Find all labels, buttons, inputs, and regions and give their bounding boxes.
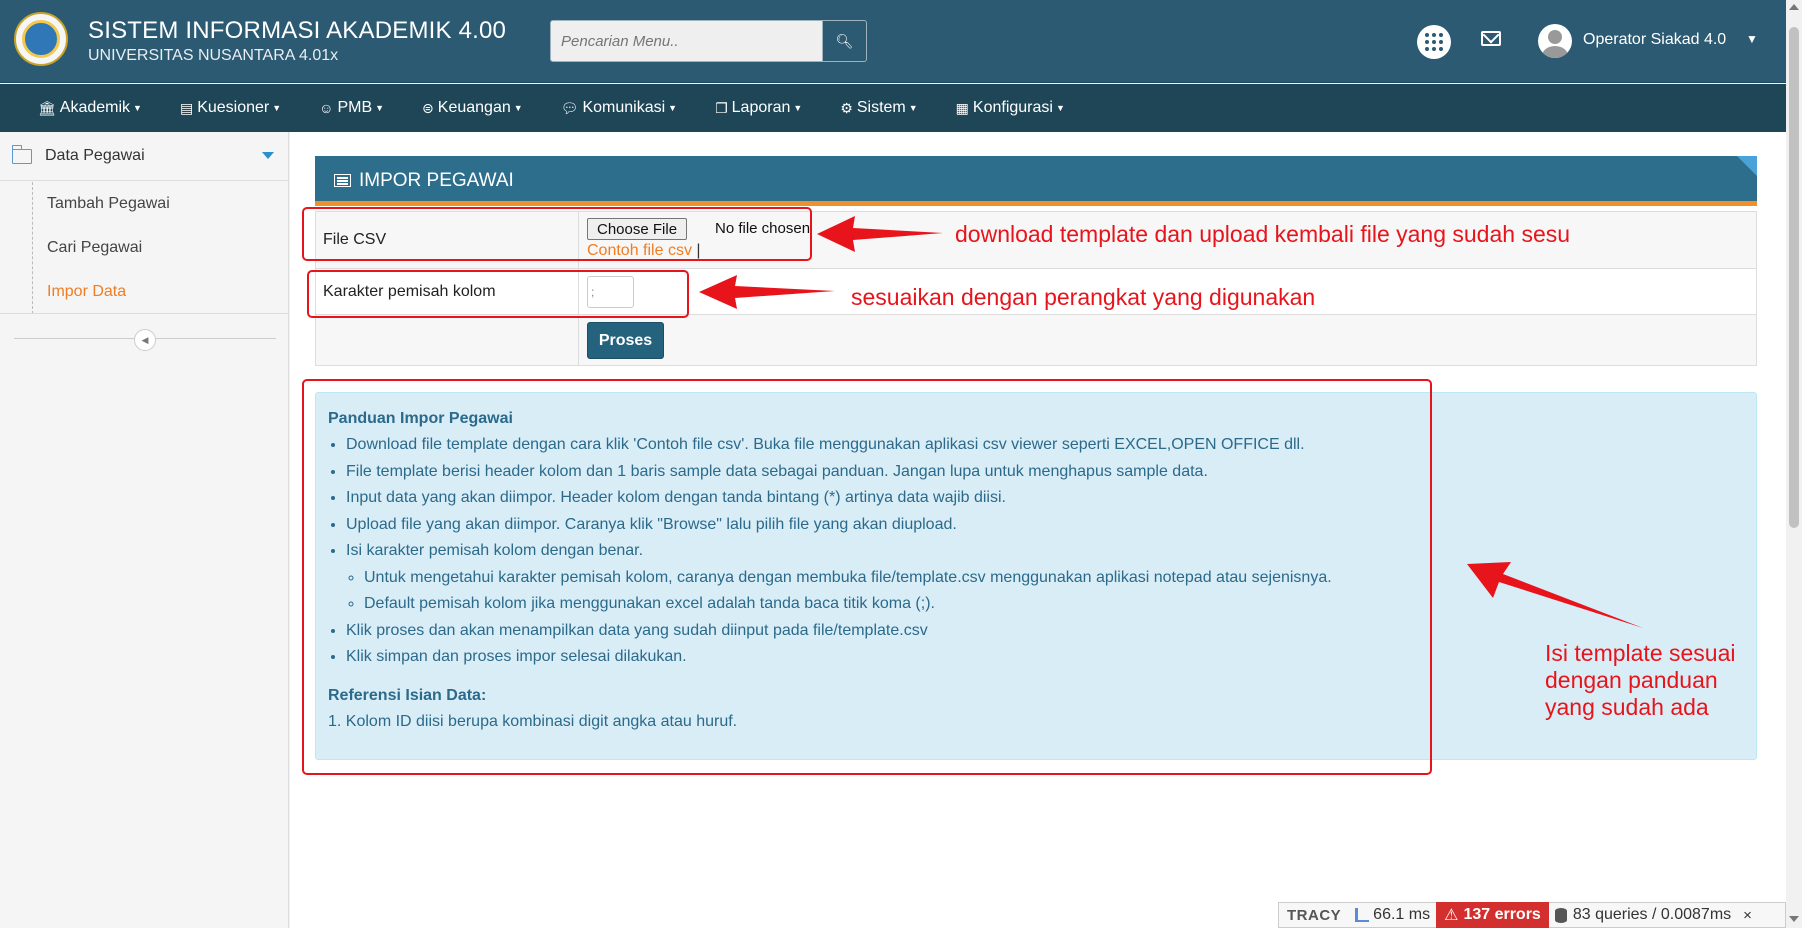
caret-down-icon: ▼: [272, 103, 282, 113]
copy-icon: ❐: [715, 99, 728, 116]
annotation-text-guide-2: dengan panduan: [1545, 667, 1718, 693]
caret-down-icon: ▼: [668, 103, 678, 113]
app-title: SISTEM INFORMASI AKADEMIK 4.00: [88, 17, 507, 44]
money-icon: ⊜: [422, 99, 434, 116]
annotation-box-guide: [302, 379, 1432, 775]
app-subtitle: UNIVERSITAS NUSANTARA 4.01x: [88, 47, 339, 64]
caret-down-icon: ▼: [1055, 103, 1065, 113]
page-title: IMPOR PEGAWAI: [359, 170, 514, 191]
close-icon[interactable]: ×: [1737, 907, 1758, 924]
annotation-box-file: [302, 207, 812, 261]
bank-icon: 🏛︎: [38, 99, 56, 116]
warning-icon: ⚠︎: [1444, 907, 1459, 924]
mail-icon[interactable]: [1481, 31, 1501, 46]
caret-down-icon: ▼: [513, 103, 523, 113]
page-scrollbar[interactable]: [1786, 0, 1802, 928]
university-logo-icon[interactable]: [14, 12, 68, 66]
panel-corner: [1737, 156, 1757, 176]
sidebar-item-tambah-pegawai[interactable]: Tambah Pegawai: [33, 182, 289, 226]
app-header: SISTEM INFORMASI AKADEMIK 4.00 UNIVERSIT…: [0, 0, 1786, 83]
sidebar-item-cari-pegawai[interactable]: Cari Pegawai: [33, 226, 289, 270]
chat-icon: 💬︎: [560, 99, 579, 116]
menu-akademik[interactable]: 🏛︎ Akademik ▼: [38, 84, 142, 132]
tracy-logo[interactable]: TRACY: [1279, 907, 1349, 924]
annotation-text-guide-1: Isi template sesuai: [1545, 640, 1736, 666]
caret-down-icon: ▼: [375, 103, 385, 113]
list-icon: [334, 174, 351, 187]
annotation-arrow-file: [817, 216, 943, 252]
tracy-time[interactable]: 66.1 ms: [1349, 906, 1436, 924]
menu-laporan[interactable]: ❐ Laporan ▼: [715, 84, 802, 132]
main-menu: 🏛︎ Akademik ▼ ▤ Kuesioner ▼ ☺ PMB ▼ ⊜ Keuangan ▼…: [0, 84, 1786, 132]
bar-chart-icon: [1355, 908, 1370, 922]
search-button[interactable]: 🔍︎: [822, 20, 867, 62]
menu-kuesioner[interactable]: ▤ Kuesioner ▼: [180, 84, 281, 132]
sidebar-header[interactable]: Data Pegawai: [0, 132, 289, 181]
chevron-down-icon[interactable]: ▼: [1746, 32, 1758, 46]
grid-icon: ▦: [955, 99, 969, 116]
annotation-text-separator: sesuaikan dengan perangkat yang digunaka…: [851, 284, 1316, 310]
apps-grid-icon[interactable]: [1417, 25, 1451, 59]
caret-down-icon[interactable]: [262, 152, 274, 159]
folder-icon: [12, 145, 32, 164]
menu-keuangan[interactable]: ⊜ Keuangan ▼: [422, 84, 523, 132]
panel-header: IMPOR PEGAWAI: [315, 156, 1757, 206]
annotation-arrow-separator: [699, 275, 835, 309]
tracy-debug-bar: TRACY 66.1 ms ⚠︎ 137 errors 83 queries / …: [1278, 902, 1786, 928]
user-icon: ☺: [319, 100, 334, 116]
scroll-up-icon[interactable]: [1789, 4, 1799, 10]
gear-icon: ⚙︎: [840, 99, 853, 116]
annotation-text-guide-3: yang sudah ada: [1545, 694, 1709, 720]
tracy-queries[interactable]: 83 queries / 0.0087ms: [1549, 906, 1737, 924]
search-input[interactable]: [550, 20, 823, 62]
sidebar-list: Tambah Pegawai Cari Pegawai Impor Data: [32, 182, 289, 314]
chevron-left-icon: ◀: [141, 334, 149, 345]
avatar[interactable]: [1538, 24, 1572, 58]
menu-komunikasi[interactable]: 💬︎ Komunikasi ▼: [561, 84, 677, 132]
menu-sistem[interactable]: ⚙︎ Sistem ▼: [840, 84, 917, 132]
form-row-submit: Proses: [316, 315, 1756, 365]
empty-label: [316, 315, 579, 365]
menu-pmb[interactable]: ☺ PMB ▼: [319, 84, 384, 132]
caret-down-icon: ▼: [793, 103, 803, 113]
divider: [0, 313, 289, 314]
search-icon: 🔍︎: [835, 32, 854, 49]
sidebar: Data Pegawai Tambah Pegawai Cari Pegawai…: [0, 132, 289, 928]
clipboard-icon: ▤: [179, 99, 194, 116]
annotation-text-file: download template dan upload kembali fil…: [955, 221, 1571, 247]
sidebar-item-impor-data[interactable]: Impor Data: [33, 270, 289, 314]
collapse-sidebar-button[interactable]: ◀: [134, 329, 156, 351]
annotation-box-separator: [307, 270, 689, 318]
menu-konfigurasi[interactable]: ▦ Konfigurasi ▼: [956, 84, 1065, 132]
tracy-errors[interactable]: ⚠︎ 137 errors: [1436, 902, 1549, 928]
caret-down-icon: ▼: [133, 103, 142, 113]
user-name[interactable]: Operator Siakad 4.0: [1583, 31, 1726, 49]
annotation-arrow-guide: [1467, 562, 1643, 628]
sidebar-title: Data Pegawai: [45, 147, 145, 164]
caret-down-icon: ▼: [908, 103, 918, 113]
scroll-down-icon[interactable]: [1789, 916, 1799, 922]
process-button[interactable]: Proses: [587, 322, 664, 359]
database-icon: [1554, 907, 1567, 923]
scroll-thumb[interactable]: [1789, 27, 1799, 528]
